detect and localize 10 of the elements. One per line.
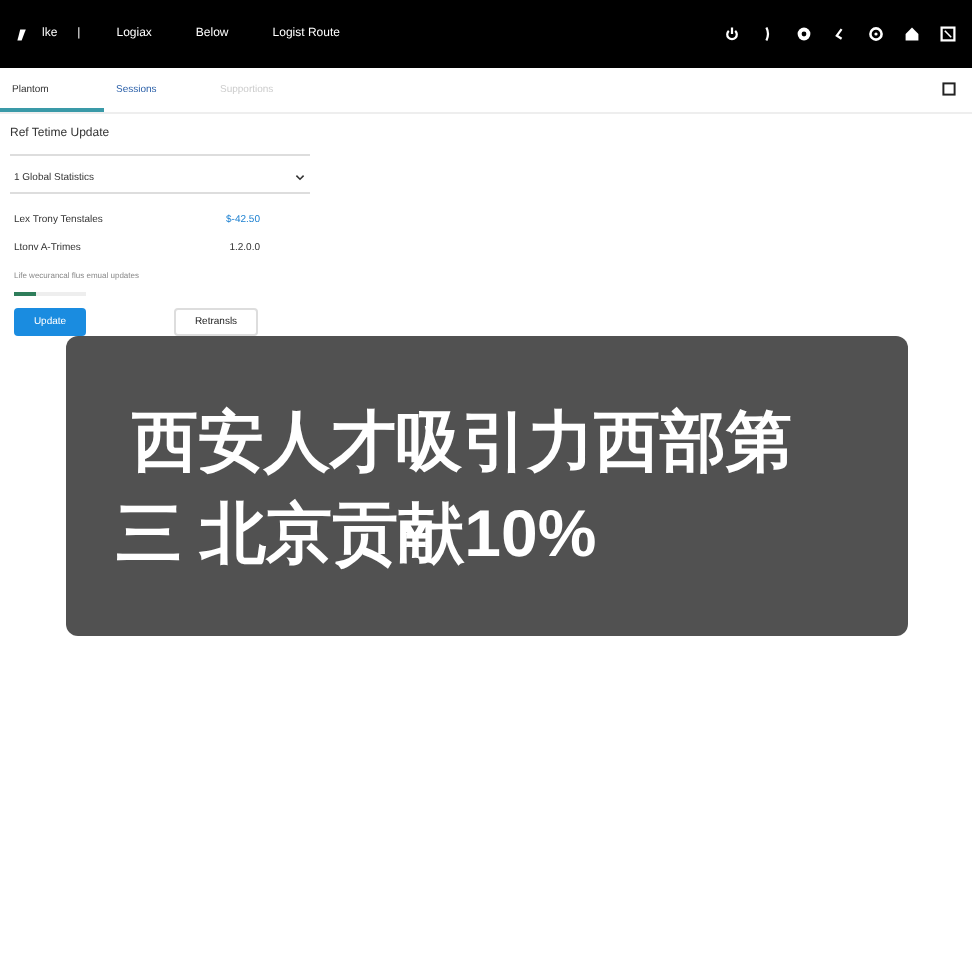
caption-text: 三 北京贡献10% [116,494,597,574]
power-icon[interactable] [724,26,740,42]
exit-icon[interactable] [940,26,956,42]
record-icon[interactable] [796,26,812,42]
back-icon[interactable] [832,26,848,42]
square-icon[interactable] [942,82,956,96]
home-icon[interactable] [904,26,920,42]
logo-icon [16,27,30,41]
chevron-icon [294,172,306,184]
caption-text: 西安人才吸引力西部第 [132,402,792,482]
